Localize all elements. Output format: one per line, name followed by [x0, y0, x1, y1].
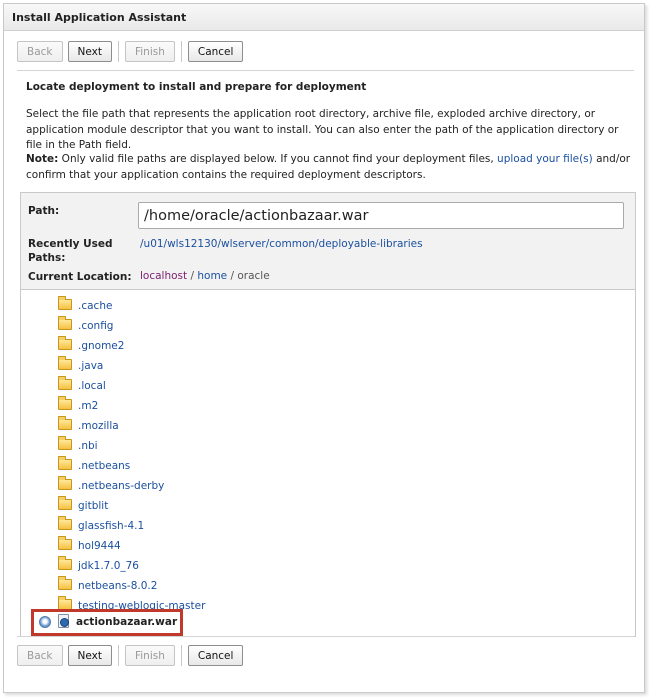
path-label: Path:: [28, 205, 60, 217]
folder-link[interactable]: glassfish-4.1: [78, 520, 144, 532]
section-heading: Locate deployment to install and prepare…: [26, 81, 367, 93]
war-file-icon: [58, 614, 69, 628]
cancel-button[interactable]: Cancel: [187, 41, 244, 62]
folder-row[interactable]: .config: [21, 316, 321, 337]
note-text: Note: Only valid file paths are displaye…: [26, 152, 632, 183]
folder-icon: [58, 396, 72, 410]
folder-row[interactable]: .java: [21, 356, 321, 377]
cancel-button[interactable]: Cancel: [187, 645, 244, 666]
folder-row[interactable]: .netbeans-derby: [21, 476, 321, 497]
folder-link[interactable]: .mozilla: [78, 420, 119, 432]
folder-link[interactable]: .netbeans: [78, 460, 130, 472]
folder-icon: [58, 316, 72, 330]
button-separator: [117, 645, 119, 666]
folder-row[interactable]: jdk1.7.0_76: [21, 556, 321, 577]
upload-files-link[interactable]: upload your file(s): [497, 153, 593, 165]
note-label: Note:: [26, 153, 59, 165]
file-radio-button[interactable]: [39, 616, 51, 628]
folder-row[interactable]: .nbi: [21, 436, 321, 457]
selected-file-name[interactable]: actionbazaar.war: [76, 616, 177, 628]
back-button[interactable]: Back: [17, 41, 63, 62]
folder-row[interactable]: hol9444: [21, 536, 321, 557]
next-button[interactable]: Next: [67, 41, 112, 62]
divider: [17, 70, 634, 71]
folder-row[interactable]: .cache: [21, 296, 321, 317]
top-button-bar: Back Next Finish Cancel: [17, 41, 248, 62]
folder-link[interactable]: .gnome2: [78, 340, 124, 352]
current-location-label: Current Location:: [28, 271, 132, 283]
folder-row[interactable]: .netbeans: [21, 456, 321, 477]
breadcrumb-localhost[interactable]: localhost: [140, 270, 187, 282]
folder-link[interactable]: .java: [78, 360, 103, 372]
folder-link[interactable]: .m2: [78, 400, 98, 412]
folder-row[interactable]: netbeans-8.0.2: [21, 576, 321, 597]
folder-icon: [58, 436, 72, 450]
next-button[interactable]: Next: [67, 645, 112, 666]
folder-icon: [58, 296, 72, 310]
folder-icon: [58, 536, 72, 550]
path-input[interactable]: [138, 202, 624, 229]
folder-link[interactable]: netbeans-8.0.2: [78, 580, 157, 592]
folder-link[interactable]: .nbi: [78, 440, 98, 452]
folder-icon: [58, 356, 72, 370]
description-text: Select the file path that represents the…: [26, 108, 619, 151]
back-button[interactable]: Back: [17, 645, 63, 666]
button-separator: [180, 645, 182, 666]
bottom-button-bar: Back Next Finish Cancel: [17, 645, 248, 666]
path-form: Path: Recently Used Paths: /u01/wls12130…: [21, 193, 635, 290]
divider: [17, 636, 634, 637]
folder-link[interactable]: .config: [78, 320, 113, 332]
button-separator: [117, 41, 119, 62]
folder-icon: [58, 516, 72, 530]
folder-row[interactable]: .m2: [21, 396, 321, 417]
finish-button[interactable]: Finish: [124, 41, 175, 62]
folder-link[interactable]: jdk1.7.0_76: [78, 560, 139, 572]
breadcrumb: localhost / home / oracle: [140, 270, 270, 282]
folder-icon: [58, 496, 72, 510]
file-browser-panel: Path: Recently Used Paths: /u01/wls12130…: [20, 192, 636, 637]
folder-link[interactable]: .netbeans-derby: [78, 480, 164, 492]
recent-path-link[interactable]: /u01/wls12130/wlserver/common/deployable…: [140, 238, 423, 250]
folder-link[interactable]: .local: [78, 380, 106, 392]
folder-icon: [58, 416, 72, 430]
folder-icon: [58, 576, 72, 590]
folder-row[interactable]: .gnome2: [21, 336, 321, 357]
window-title: Install Application Assistant: [4, 4, 644, 31]
assistant-window: Install Application Assistant Back Next …: [3, 3, 645, 693]
folder-icon: [58, 336, 72, 350]
folder-icon: [58, 456, 72, 470]
finish-button[interactable]: Finish: [124, 645, 175, 666]
folder-icon: [58, 476, 72, 490]
folder-row[interactable]: .mozilla: [21, 416, 321, 437]
breadcrumb-separator: /: [187, 270, 198, 282]
folder-icon: [58, 556, 72, 570]
folder-icon: [58, 376, 72, 390]
folder-link[interactable]: gitblit: [78, 500, 108, 512]
note-text-before: Only valid file paths are displayed belo…: [58, 153, 498, 165]
folder-row[interactable]: .local: [21, 376, 321, 397]
breadcrumb-home[interactable]: home: [197, 270, 227, 282]
folder-link[interactable]: hol9444: [78, 540, 121, 552]
breadcrumb-separator: /: [227, 270, 238, 282]
folder-link[interactable]: .cache: [78, 300, 112, 312]
breadcrumb-current: oracle: [237, 270, 270, 282]
folder-row[interactable]: gitblit: [21, 496, 321, 517]
button-separator: [180, 41, 182, 62]
recent-paths-label: Recently Used Paths:: [28, 238, 113, 264]
folder-row[interactable]: glassfish-4.1: [21, 516, 321, 537]
